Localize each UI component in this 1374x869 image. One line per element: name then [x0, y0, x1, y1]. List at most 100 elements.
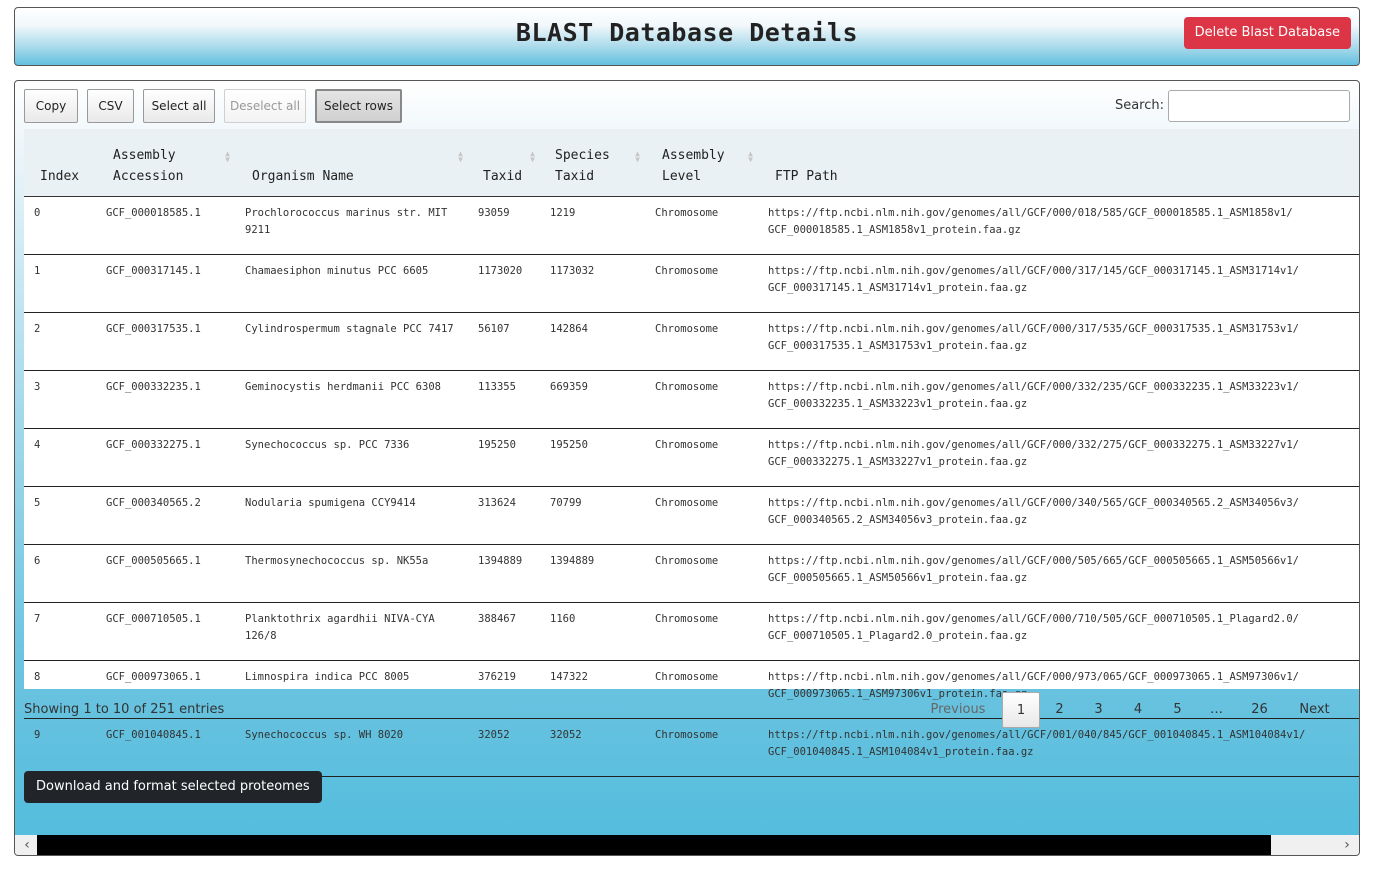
- search-container: Search:: [1110, 90, 1350, 122]
- cell-assembly-level: Chromosome: [644, 370, 757, 429]
- chevron-left-icon[interactable]: ‹: [17, 835, 37, 855]
- cell-index: 1: [24, 254, 95, 313]
- select-rows-button[interactable]: Select rows: [315, 89, 402, 123]
- ftp-path-line: https://ftp.ncbi.nlm.nih.gov/genomes/all…: [768, 555, 1300, 567]
- header-panel: BLAST Database Details Delete Blast Data…: [14, 7, 1360, 66]
- cell-assembly-accession: GCF_000340565.2: [95, 486, 234, 545]
- page-title: BLAST Database Details: [515, 18, 859, 47]
- cell-index: 7: [24, 602, 95, 661]
- cell-taxid: 32052: [467, 718, 539, 777]
- column-header-label: FTP Path: [775, 169, 838, 184]
- cell-taxid: 113355: [467, 370, 539, 429]
- table-row[interactable]: 0 GCF_000018585.1 Prochlorococcus marinus …: [24, 196, 1359, 255]
- table-row[interactable]: 5 GCF_000340565.2 Nodularia spumigena CCY9…: [24, 486, 1359, 545]
- cell-species-taxid: 1219: [539, 196, 644, 255]
- cell-species-taxid: 1394889: [539, 544, 644, 603]
- ftp-path-line: https://ftp.ncbi.nlm.nih.gov/genomes/all…: [768, 613, 1300, 625]
- cell-species-taxid: 1173032: [539, 254, 644, 313]
- main-panel: Copy CSV Select all Deselect all Select …: [14, 80, 1360, 856]
- column-header-organism-name[interactable]: Organism Name ▲ ▼: [234, 129, 467, 197]
- download-format-button[interactable]: Download and format selected proteomes: [24, 771, 322, 803]
- pagination-ellipsis: …: [1210, 702, 1223, 717]
- cell-assembly-accession: GCF_000317535.1: [95, 312, 234, 371]
- cell-assembly-level: Chromosome: [644, 486, 757, 545]
- sort-icon: ▲ ▼: [458, 149, 463, 164]
- table-row[interactable]: 7 GCF_000710505.1 Planktothrix agardhii NI…: [24, 602, 1359, 661]
- pagination-page-4[interactable]: 4: [1118, 692, 1158, 728]
- ftp-file-line: GCF_001040845.1_ASM104084v1_protein.faa.…: [768, 746, 1034, 758]
- select-all-button[interactable]: Select all: [143, 89, 215, 123]
- cell-ftp-path: https://ftp.ncbi.nlm.nih.gov/genomes/all…: [757, 370, 1359, 429]
- ftp-file-line: GCF_000317145.1_ASM31714v1_protein.faa.g…: [768, 282, 1028, 294]
- table-body: 0 GCF_000018585.1 Prochlorococcus marinus …: [24, 196, 1359, 777]
- cell-species-taxid: 147322: [539, 660, 644, 719]
- ftp-file-line: GCF_000332275.1_ASM33227v1_protein.faa.g…: [768, 456, 1028, 468]
- copy-button[interactable]: Copy: [24, 89, 78, 123]
- pagination-page-26[interactable]: 26: [1236, 692, 1283, 728]
- sort-icon: ▲ ▼: [530, 149, 535, 164]
- cell-assembly-level: Chromosome: [644, 660, 757, 719]
- cell-species-taxid: 32052: [539, 718, 644, 777]
- cell-organism-name: Nodularia spumigena CCY9414: [234, 486, 467, 545]
- cell-ftp-path: https://ftp.ncbi.nlm.nih.gov/genomes/all…: [757, 312, 1359, 371]
- cell-assembly-level: Chromosome: [644, 428, 757, 487]
- cell-organism-name: Limnospira indica PCC 8005: [234, 660, 467, 719]
- column-header-index[interactable]: Index ▲: [24, 129, 108, 197]
- table-row[interactable]: 4 GCF_000332275.1 Synechococcus sp. PCC 73…: [24, 428, 1359, 487]
- pagination-page-3[interactable]: 3: [1079, 692, 1118, 728]
- data-table-container: Index ▲ Assembly Accession ▲▼ Organism N…: [24, 129, 1359, 777]
- cell-organism-name: Cylindrospermum stagnale PCC 7417: [234, 312, 467, 371]
- table-row[interactable]: 3 GCF_000332235.1 Geminocystis herdmanii P…: [24, 370, 1359, 429]
- table-row[interactable]: 2 GCF_000317535.1 Cylindrospermum stagnale…: [24, 312, 1359, 371]
- pagination-page-5[interactable]: 5: [1158, 692, 1197, 728]
- ftp-file-line: GCF_000710505.1_Plagard2.0_protein.faa.g…: [768, 630, 1028, 642]
- cell-taxid: 195250: [467, 428, 539, 487]
- pagination-page-1[interactable]: 1: [1002, 692, 1040, 728]
- cell-species-taxid: 195250: [539, 428, 644, 487]
- delete-database-button[interactable]: Delete Blast Database: [1183, 17, 1351, 49]
- csv-button[interactable]: CSV: [87, 89, 134, 123]
- column-header-species-taxid[interactable]: Species Taxid ▲ ▼: [539, 129, 644, 197]
- cell-assembly-level: Chromosome: [644, 602, 757, 661]
- cell-organism-name: Geminocystis herdmanii PCC 6308: [234, 370, 467, 429]
- cell-taxid: 1394889: [467, 544, 539, 603]
- cell-species-taxid: 1160: [539, 602, 644, 661]
- cell-organism-name: Prochlorococcus marinus str. MIT 9211: [234, 196, 467, 255]
- ftp-path-line: https://ftp.ncbi.nlm.nih.gov/genomes/all…: [768, 729, 1306, 741]
- column-header-taxid[interactable]: Taxid ▲ ▼: [467, 129, 539, 197]
- cell-assembly-level: Chromosome: [644, 544, 757, 603]
- cell-index: 2: [24, 312, 95, 371]
- chevron-right-icon[interactable]: ›: [1337, 835, 1357, 855]
- cell-taxid: 313624: [467, 486, 539, 545]
- sort-icon: ▲ ▼: [635, 149, 640, 164]
- cell-assembly-level: Chromosome: [644, 196, 757, 255]
- ftp-file-line: GCF_000340565.2_ASM34056v3_protein.faa.g…: [768, 514, 1028, 526]
- table-row[interactable]: 1 GCF_000317145.1 Chamaesiphon minutus PCC…: [24, 254, 1359, 313]
- cell-species-taxid: 142864: [539, 312, 644, 371]
- column-header-assembly-level[interactable]: Assembly Level ▲ ▼: [644, 129, 757, 197]
- search-input[interactable]: [1168, 90, 1350, 122]
- deselect-all-button[interactable]: Deselect all: [224, 89, 306, 123]
- ftp-path-line: https://ftp.ncbi.nlm.nih.gov/genomes/all…: [768, 381, 1300, 393]
- scrollbar-thumb[interactable]: [37, 835, 1271, 855]
- cell-species-taxid: 669359: [539, 370, 644, 429]
- pagination-page-2[interactable]: 2: [1040, 692, 1079, 728]
- table-info: Showing 1 to 10 of 251 entries: [24, 702, 225, 717]
- cell-index: 4: [24, 428, 95, 487]
- table-header-row: Index ▲ Assembly Accession ▲▼ Organism N…: [24, 129, 1359, 197]
- cell-taxid: 376219: [467, 660, 539, 719]
- cell-ftp-path: https://ftp.ncbi.nlm.nih.gov/genomes/all…: [757, 486, 1359, 545]
- column-header-label: Organism Name: [252, 169, 354, 184]
- column-header-ftp-path[interactable]: FTP Path: [757, 129, 1359, 197]
- table-row[interactable]: 6 GCF_000505665.1 Thermosynechococcus sp. …: [24, 544, 1359, 603]
- horizontal-scrollbar[interactable]: ‹ ›: [15, 835, 1359, 855]
- cell-index: 0: [24, 196, 95, 255]
- cell-index: 6: [24, 544, 95, 603]
- cell-ftp-path: https://ftp.ncbi.nlm.nih.gov/genomes/all…: [757, 254, 1359, 313]
- pagination: Previous 1 2 3 4 5 … 26 Next: [918, 692, 1350, 728]
- cell-assembly-accession: GCF_000710505.1: [95, 602, 234, 661]
- pagination-next[interactable]: Next: [1287, 692, 1342, 728]
- column-header-assembly-accession[interactable]: Assembly Accession ▲ ▼: [95, 129, 234, 197]
- pagination-previous[interactable]: Previous: [918, 692, 998, 728]
- cell-organism-name: Planktothrix agardhii NIVA-CYA 126/8: [234, 602, 467, 661]
